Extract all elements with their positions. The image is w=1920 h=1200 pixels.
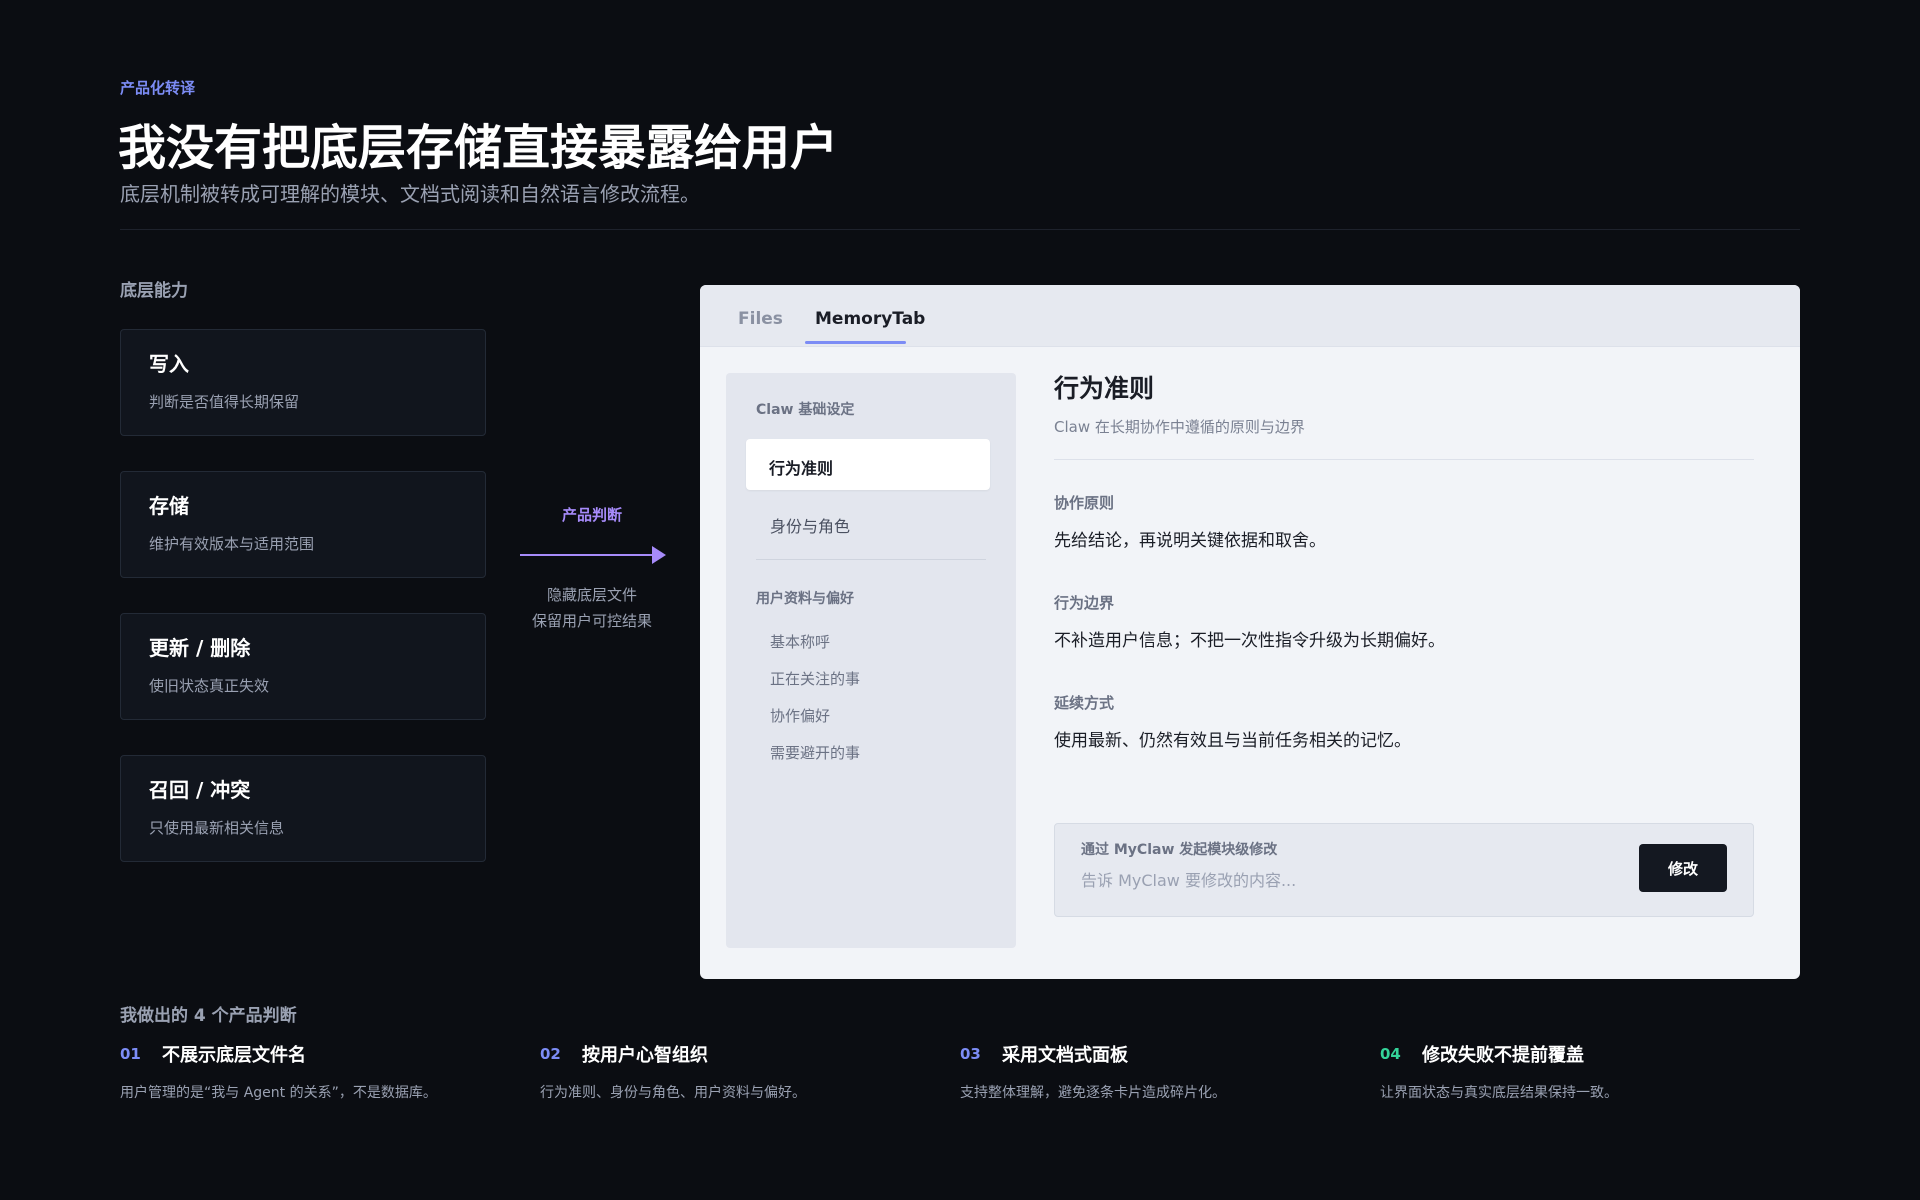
- judgment-number: 03: [960, 1045, 981, 1063]
- section-heading: 协作原则: [1054, 494, 1115, 512]
- capability-title: 写入: [149, 352, 189, 376]
- section-heading: 行为边界: [1054, 594, 1115, 612]
- arrow-head-icon: [652, 546, 666, 564]
- capabilities-label: 底层能力: [120, 281, 188, 301]
- section-body: 先给结论，再说明关键依据和取舍。: [1054, 531, 1326, 551]
- judgment-number: 04: [1380, 1045, 1401, 1063]
- capability-card-write: 写入 判断是否值得长期保留: [120, 329, 486, 436]
- capability-desc: 使旧状态真正失效: [149, 677, 270, 695]
- doc-subtitle: Claw 在长期协作中遵循的原则与边界: [1054, 418, 1305, 436]
- capability-desc: 维护有效版本与适用范围: [149, 535, 315, 553]
- judgment-title: 不展示底层文件名: [162, 1045, 306, 1066]
- arrow-desc-line2: 保留用户可控结果: [531, 612, 652, 630]
- arrow-description: 隐藏底层文件 保留用户可控结果: [510, 582, 674, 634]
- judgment-desc: 让界面状态与真实底层结果保持一致。: [1380, 1085, 1618, 1101]
- arrow-label: 产品判断: [561, 506, 622, 524]
- judgment-number: 02: [540, 1045, 561, 1063]
- edit-request-label: 通过 MyClaw 发起模块级修改: [1081, 842, 1278, 858]
- judgment-title: 按用户心智组织: [582, 1045, 708, 1066]
- capability-title: 存储: [149, 494, 189, 518]
- section-body: 使用最新、仍然有效且与当前任务相关的记忆。: [1054, 731, 1411, 751]
- sidenav-item-things-to-avoid[interactable]: 需要避开的事: [770, 742, 860, 763]
- capability-desc: 判断是否值得长期保留: [149, 393, 300, 411]
- tab-memorytab[interactable]: MemoryTab: [815, 309, 925, 329]
- page-title: 我没有把底层存储直接暴露给用户: [118, 120, 839, 176]
- section-heading: 延续方式: [1054, 694, 1115, 712]
- doc-title: 行为准则: [1054, 374, 1155, 403]
- sidenav-item-basic-name[interactable]: 基本称呼: [770, 631, 830, 652]
- eyebrow-label: 产品化转译: [120, 79, 196, 97]
- edit-request-box: 通过 MyClaw 发起模块级修改 修改: [1054, 823, 1754, 917]
- capability-card-recall-conflict: 召回 / 冲突 只使用最新相关信息: [120, 755, 486, 862]
- active-tab-indicator: [805, 341, 906, 344]
- page-subtitle: 底层机制被转成可理解的模块、文档式阅读和自然语言修改流程。: [120, 182, 700, 206]
- memory-panel: Files MemoryTab Claw 基础设定 行为准则 身份与角色 用户资…: [700, 285, 1800, 979]
- arrow-right-icon: [520, 554, 660, 556]
- edit-request-input[interactable]: [1081, 868, 1601, 892]
- arrow-desc-line1: 隐藏底层文件: [546, 586, 637, 604]
- modify-button[interactable]: 修改: [1639, 844, 1727, 892]
- section-body: 不补造用户信息；不把一次性指令升级为长期偏好。: [1054, 631, 1445, 651]
- judgment-number: 01: [120, 1045, 141, 1063]
- judgment-desc: 支持整体理解，避免逐条卡片造成碎片化。: [960, 1085, 1226, 1101]
- capability-desc: 只使用最新相关信息: [149, 819, 285, 837]
- sidenav-group-heading: 用户资料与偏好: [756, 591, 854, 607]
- sidenav-item-identity-role[interactable]: 身份与角色: [770, 513, 850, 537]
- sidenav-item-current-focus[interactable]: 正在关注的事: [770, 668, 860, 689]
- capability-card-update-delete: 更新 / 删除 使旧状态真正失效: [120, 613, 486, 720]
- tab-files[interactable]: Files: [738, 309, 783, 329]
- tab-bar: Files MemoryTab: [700, 285, 1800, 347]
- sidenav-divider: [756, 559, 986, 560]
- sidenav-group-heading: Claw 基础设定: [756, 402, 855, 418]
- capability-title: 召回 / 冲突: [149, 778, 251, 802]
- judgment-desc: 用户管理的是“我与 Agent 的关系”，不是数据库。: [120, 1085, 437, 1101]
- sidenav-item-behavior-rules[interactable]: 行为准则: [746, 439, 990, 490]
- capability-card-store: 存储 维护有效版本与适用范围: [120, 471, 486, 578]
- capability-title: 更新 / 删除: [149, 636, 251, 660]
- judgment-desc: 行为准则、身份与角色、用户资料与偏好。: [540, 1085, 806, 1101]
- judgments-label: 我做出的 4 个产品判断: [120, 1006, 297, 1026]
- judgment-title: 采用文档式面板: [1002, 1045, 1128, 1066]
- sidenav-item-collab-preference[interactable]: 协作偏好: [770, 705, 830, 726]
- memory-sidenav: Claw 基础设定 行为准则 身份与角色 用户资料与偏好 基本称呼 正在关注的事…: [726, 373, 1016, 948]
- doc-divider: [1054, 459, 1754, 460]
- header-divider: [120, 229, 1800, 230]
- judgment-title: 修改失败不提前覆盖: [1422, 1045, 1584, 1066]
